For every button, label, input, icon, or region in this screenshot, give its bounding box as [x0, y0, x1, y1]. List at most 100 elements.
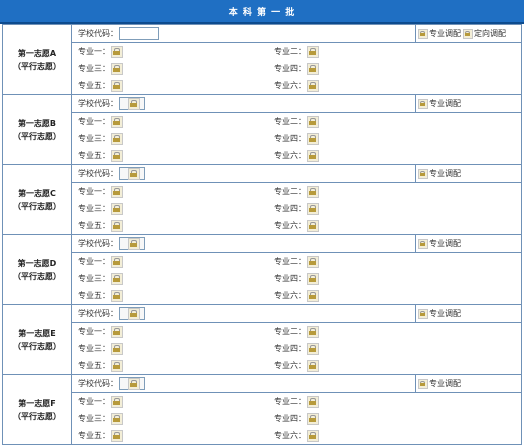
- major-adjust-checkbox[interactable]: 专业调配: [418, 378, 461, 389]
- major-label: 专业三：: [78, 64, 110, 73]
- choice-code-row: 第一志愿B （平行志愿） 学校代码： 专业调配: [2, 94, 522, 165]
- lock-icon: [418, 238, 428, 249]
- targeted-adjust-checkbox[interactable]: 定向调配: [463, 28, 506, 39]
- lock-icon: [128, 378, 140, 390]
- major-field: 专业五：: [72, 217, 268, 234]
- major-select-icon[interactable]: [307, 115, 319, 128]
- major-field: 专业三：: [72, 200, 268, 217]
- school-code-label: 学校代码：: [78, 239, 118, 248]
- major-adjust-checkbox[interactable]: 专业调配: [418, 308, 461, 319]
- choice-subtitle: （平行志愿）: [13, 271, 61, 281]
- majors-cell: 专业一： 专业二： 专业三： 专业四： 专业五： 专业六：: [71, 322, 522, 375]
- major-select-icon[interactable]: [307, 202, 319, 215]
- major-select-icon[interactable]: [307, 219, 319, 232]
- majors-cell: 专业一： 专业二： 专业三： 专业四： 专业五： 专业六：: [71, 42, 522, 95]
- school-code-input[interactable]: [119, 97, 145, 110]
- lock-icon: [418, 28, 428, 39]
- major-label: 专业二：: [274, 117, 306, 126]
- adjustment-cell: 专业调配: [415, 164, 522, 183]
- major-select-icon[interactable]: [307, 429, 319, 442]
- major-select-icon[interactable]: [307, 412, 319, 425]
- major-adjust-label: 专业调配: [429, 309, 461, 318]
- major-field: 专业六：: [268, 147, 521, 164]
- major-select-icon[interactable]: [307, 289, 319, 302]
- school-code-input[interactable]: [119, 377, 145, 390]
- major-select-icon[interactable]: [307, 342, 319, 355]
- choice-code-row: 第一志愿D （平行志愿） 学校代码： 专业调配: [2, 234, 522, 305]
- major-field: 专业二：: [268, 323, 521, 340]
- major-field: 专业五：: [72, 357, 268, 374]
- school-code-input[interactable]: [119, 307, 145, 320]
- major-adjust-checkbox[interactable]: 专业调配: [418, 28, 461, 39]
- major-select-icon[interactable]: [111, 359, 123, 372]
- major-select-icon[interactable]: [307, 62, 319, 75]
- major-select-icon[interactable]: [307, 272, 319, 285]
- major-select-icon[interactable]: [111, 45, 123, 58]
- school-code-label: 学校代码：: [78, 309, 118, 318]
- major-field: 专业四：: [268, 60, 521, 77]
- major-field: 专业三：: [72, 130, 268, 147]
- major-field: 专业二：: [268, 43, 521, 60]
- major-label: 专业五：: [78, 151, 110, 160]
- adjustment-cell: 专业调配: [415, 94, 522, 113]
- major-adjust-checkbox[interactable]: 专业调配: [418, 168, 461, 179]
- school-code-input[interactable]: [119, 27, 159, 40]
- major-select-icon[interactable]: [111, 132, 123, 145]
- major-select-icon[interactable]: [307, 132, 319, 145]
- major-select-icon[interactable]: [111, 219, 123, 232]
- choice-majors-row: 专业一： 专业二： 专业三： 专业四： 专业五： 专业六：: [3, 322, 522, 375]
- major-label: 专业四：: [274, 274, 306, 283]
- choice-label: 第一志愿E （平行志愿）: [2, 304, 72, 375]
- major-select-icon[interactable]: [111, 412, 123, 425]
- major-select-icon[interactable]: [307, 395, 319, 408]
- lock-icon: [128, 98, 140, 110]
- major-select-icon[interactable]: [307, 185, 319, 198]
- adjustment-cell: 专业调配: [415, 304, 522, 323]
- school-code-input[interactable]: [119, 237, 145, 250]
- major-select-icon[interactable]: [111, 62, 123, 75]
- major-select-icon[interactable]: [111, 342, 123, 355]
- major-adjust-checkbox[interactable]: 专业调配: [418, 98, 461, 109]
- major-select-icon[interactable]: [307, 79, 319, 92]
- major-select-icon[interactable]: [307, 45, 319, 58]
- choice-name: 第一志愿B: [17, 118, 57, 128]
- major-label: 专业六：: [274, 221, 306, 230]
- major-field: 专业一：: [72, 253, 268, 270]
- major-label: 专业一：: [78, 187, 110, 196]
- lock-icon: [418, 98, 428, 109]
- choice-name: 第一志愿F: [18, 398, 56, 408]
- choice-majors-row: 专业一： 专业二： 专业三： 专业四： 专业五： 专业六：: [3, 392, 522, 445]
- major-select-icon[interactable]: [307, 255, 319, 268]
- major-select-icon[interactable]: [111, 325, 123, 338]
- major-adjust-label: 专业调配: [429, 169, 461, 178]
- major-select-icon[interactable]: [111, 79, 123, 92]
- choice-name: 第一志愿D: [17, 258, 57, 268]
- school-code-label: 学校代码：: [78, 169, 118, 178]
- major-label: 专业二：: [274, 397, 306, 406]
- major-label: 专业三：: [78, 134, 110, 143]
- major-select-icon[interactable]: [111, 272, 123, 285]
- lock-icon: [128, 308, 140, 320]
- school-code-cell: 学校代码：: [71, 24, 416, 43]
- major-label: 专业四：: [274, 344, 306, 353]
- choice-code-row: 第一志愿F （平行志愿） 学校代码： 专业调配: [2, 374, 522, 445]
- major-select-icon[interactable]: [307, 149, 319, 162]
- batch-title: 本 科 第 一 批: [228, 7, 296, 18]
- major-select-icon[interactable]: [111, 149, 123, 162]
- major-select-icon[interactable]: [111, 289, 123, 302]
- major-label: 专业六：: [274, 81, 306, 90]
- major-select-icon[interactable]: [307, 325, 319, 338]
- major-select-icon[interactable]: [111, 185, 123, 198]
- school-code-input[interactable]: [119, 167, 145, 180]
- major-select-icon[interactable]: [111, 429, 123, 442]
- major-select-icon[interactable]: [111, 202, 123, 215]
- choice-name: 第一志愿E: [18, 328, 56, 338]
- major-adjust-checkbox[interactable]: 专业调配: [418, 238, 461, 249]
- major-select-icon[interactable]: [307, 359, 319, 372]
- major-select-icon[interactable]: [111, 255, 123, 268]
- major-adjust-label: 专业调配: [429, 239, 461, 248]
- major-field: 专业一：: [72, 113, 268, 130]
- major-select-icon[interactable]: [111, 115, 123, 128]
- major-select-icon[interactable]: [111, 395, 123, 408]
- lock-icon: [128, 238, 140, 250]
